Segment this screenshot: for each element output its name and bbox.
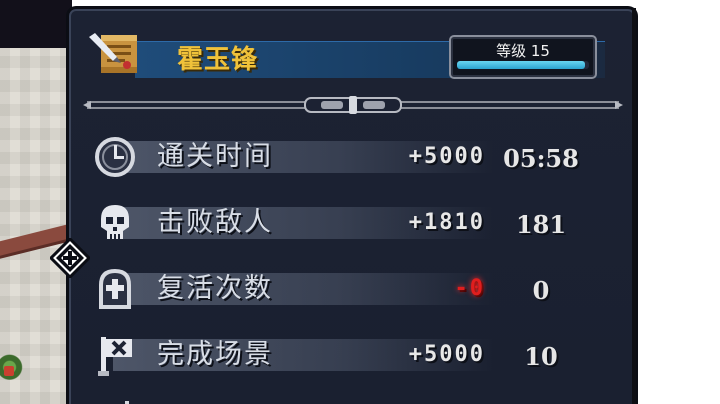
stat-score: +1810 [408, 210, 485, 235]
skull-icon [101, 205, 129, 239]
stat-row-enemies-defeated: 击败敌人 +1810 181 [87, 201, 607, 245]
clock-icon [95, 137, 135, 177]
results-panel: 霍玉锋 等级 15 通关时间 +5000 05:58 击败敌人 +1810 18… [66, 6, 638, 404]
level-progress-track [457, 61, 589, 69]
stat-label: 复活次数 [157, 273, 273, 304]
level-label: 等级 15 [496, 42, 550, 60]
next-row-icon-partial [125, 401, 129, 404]
stat-value: 05:58 [503, 144, 579, 173]
level-progress-fill [457, 61, 586, 69]
player-name: 霍玉锋 [177, 45, 259, 75]
stat-row-scenes-completed: 完成场景 +5000 10 [87, 333, 607, 377]
stat-score: +5000 [408, 342, 485, 367]
stat-score: +5000 [408, 144, 485, 169]
stat-value: 181 [515, 210, 567, 239]
stat-label: 完成场景 [157, 339, 273, 370]
flag-icon [98, 337, 132, 376]
stat-row-clear-time: 通关时间 +5000 05:58 [87, 135, 607, 179]
stat-value: 0 [532, 276, 550, 305]
player-header: 霍玉锋 等级 15 [83, 23, 605, 79]
background-shadow [0, 0, 72, 48]
stat-value: 10 [524, 342, 558, 371]
cursor-marker-icon [50, 238, 90, 278]
flower-sprite [4, 366, 14, 376]
ornament-divider [83, 96, 623, 114]
stat-label: 击败敌人 [157, 207, 273, 238]
stat-row-revives: 复活次数 -0 0 [87, 267, 607, 311]
panel-edge-shadow [632, 8, 636, 404]
scroll-quill-icon [89, 33, 137, 73]
tombstone-icon [99, 268, 131, 309]
game-screen: 霍玉锋 等级 15 通关时间 +5000 05:58 击败敌人 +1810 18… [0, 0, 720, 404]
stat-label: 通关时间 [157, 141, 273, 172]
stat-score: -0 [454, 276, 485, 301]
level-indicator: 等级 15 [449, 35, 597, 79]
game-background [0, 0, 72, 404]
